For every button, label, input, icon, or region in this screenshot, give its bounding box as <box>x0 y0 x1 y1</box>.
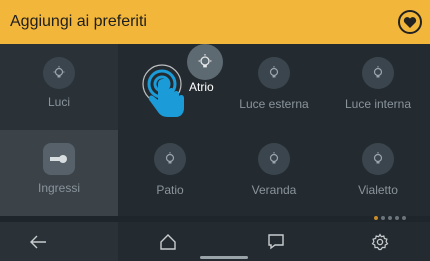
tile-patio[interactable]: Patio <box>118 130 222 216</box>
bulb-icon <box>154 143 186 175</box>
tile-label: Vialetto <box>358 183 398 197</box>
home-button[interactable] <box>156 230 180 254</box>
favorite-button[interactable] <box>398 10 422 34</box>
bulb-icon <box>43 57 75 89</box>
category-label: Luci <box>47 95 70 109</box>
category-luci[interactable]: Luci <box>0 44 118 130</box>
chat-icon <box>268 234 284 250</box>
page-dot[interactable] <box>388 216 392 220</box>
category-sidebar: Luci Ingressi <box>0 44 118 216</box>
page-dot[interactable] <box>381 216 385 220</box>
bulb-icon <box>362 143 394 175</box>
page-dot[interactable] <box>395 216 399 220</box>
tile-label: Luce interna <box>344 97 412 111</box>
dragged-item[interactable] <box>187 44 223 80</box>
header-bar: Aggiungi ai preferiti <box>0 0 430 44</box>
page-indicator <box>374 216 406 220</box>
back-arrow-icon <box>30 235 46 249</box>
page-dot[interactable] <box>402 216 406 220</box>
bulb-icon <box>198 54 212 68</box>
tile-label: Patio <box>156 183 184 197</box>
tile-label: Luce esterna <box>239 97 309 111</box>
back-button[interactable] <box>26 230 50 254</box>
tile-luce-interna[interactable]: Luce interna <box>326 44 430 130</box>
heart-icon <box>403 16 417 28</box>
tile-vialetto[interactable]: Vialetto <box>326 130 430 216</box>
page-dot[interactable] <box>374 216 378 220</box>
key-lock-icon <box>43 143 75 175</box>
bottom-nav-left-cell <box>0 222 118 261</box>
tile-label: Veranda <box>251 183 297 197</box>
tile-luce-esterna[interactable]: Luce esterna <box>222 44 326 130</box>
home-icon <box>160 234 176 250</box>
tile-veranda[interactable]: Veranda <box>222 130 326 216</box>
page-title: Aggiungi ai preferiti <box>10 13 147 30</box>
messages-button[interactable] <box>264 230 288 254</box>
category-label: Ingressi <box>37 181 81 195</box>
dragged-item-label: Atrio <box>189 80 214 94</box>
category-ingressi[interactable]: Ingressi <box>0 130 118 216</box>
home-indicator[interactable] <box>200 256 248 259</box>
tap-hand-icon <box>142 64 184 117</box>
gear-icon <box>371 233 389 251</box>
settings-button[interactable] <box>368 230 392 254</box>
bulb-icon <box>258 143 290 175</box>
bulb-icon <box>362 57 394 89</box>
bulb-icon <box>258 57 290 89</box>
